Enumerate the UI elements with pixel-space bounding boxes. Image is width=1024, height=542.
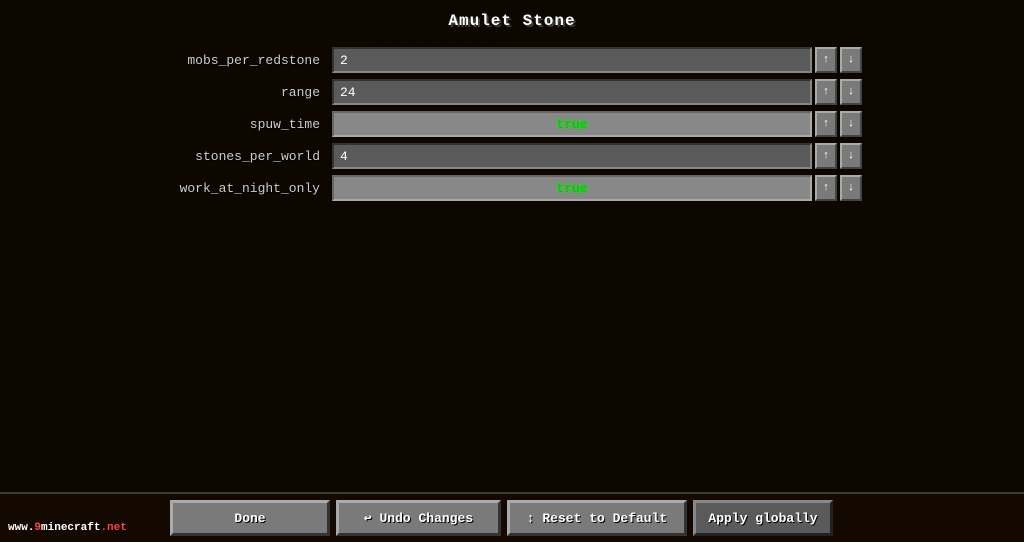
- settings-panel: mobs_per_redstone↑↓range↑↓spuw_timetrue↑…: [162, 46, 862, 206]
- setting-label-range: range: [162, 85, 332, 100]
- setting-row-range: range ↑↓: [162, 78, 862, 106]
- apply-globally-button[interactable]: Apply globally: [693, 500, 833, 536]
- watermark-minecraft: minecraft: [41, 522, 100, 534]
- page-title: Amulet Stone: [448, 12, 575, 30]
- setting-toggle-work_at_night_only[interactable]: true: [332, 175, 812, 201]
- setting-label-mobs_per_redstone: mobs_per_redstone: [162, 53, 332, 68]
- increment-button-stones_per_world[interactable]: ↑: [815, 143, 837, 169]
- decrement-button-stones_per_world[interactable]: ↓: [840, 143, 862, 169]
- decrement-button-spuw_time[interactable]: ↓: [840, 111, 862, 137]
- decrement-button-work_at_night_only[interactable]: ↓: [840, 175, 862, 201]
- watermark: www.9minecraft.net: [8, 522, 127, 534]
- decrement-button-range[interactable]: ↓: [840, 79, 862, 105]
- done-button[interactable]: Done: [170, 500, 330, 536]
- setting-row-spuw_time: spuw_timetrue↑↓: [162, 110, 862, 138]
- main-container: Amulet Stone mobs_per_redstone↑↓range↑↓s…: [0, 0, 1024, 542]
- increment-button-work_at_night_only[interactable]: ↑: [815, 175, 837, 201]
- watermark-net: .net: [100, 522, 126, 534]
- setting-label-spuw_time: spuw_time: [162, 117, 332, 132]
- increment-button-spuw_time[interactable]: ↑: [815, 111, 837, 137]
- reset-button[interactable]: ↕ Reset to Default: [507, 500, 687, 536]
- decrement-button-mobs_per_redstone[interactable]: ↓: [840, 47, 862, 73]
- undo-button[interactable]: ↩ Undo Changes: [336, 500, 501, 536]
- setting-input-stones_per_world[interactable]: [332, 143, 812, 169]
- setting-label-stones_per_world: stones_per_world: [162, 149, 332, 164]
- watermark-www: www.: [8, 522, 34, 534]
- bottom-bar: www.9minecraft.net Done ↩ Undo Changes ↕…: [0, 492, 1024, 542]
- setting-input-mobs_per_redstone[interactable]: [332, 47, 812, 73]
- setting-toggle-spuw_time[interactable]: true: [332, 111, 812, 137]
- setting-label-work_at_night_only: work_at_night_only: [162, 181, 332, 196]
- increment-button-range[interactable]: ↑: [815, 79, 837, 105]
- setting-row-work_at_night_only: work_at_night_onlytrue↑↓: [162, 174, 862, 202]
- increment-button-mobs_per_redstone[interactable]: ↑: [815, 47, 837, 73]
- setting-input-range[interactable]: [332, 79, 812, 105]
- setting-row-mobs_per_redstone: mobs_per_redstone ↑↓: [162, 46, 862, 74]
- setting-row-stones_per_world: stones_per_world ↑↓: [162, 142, 862, 170]
